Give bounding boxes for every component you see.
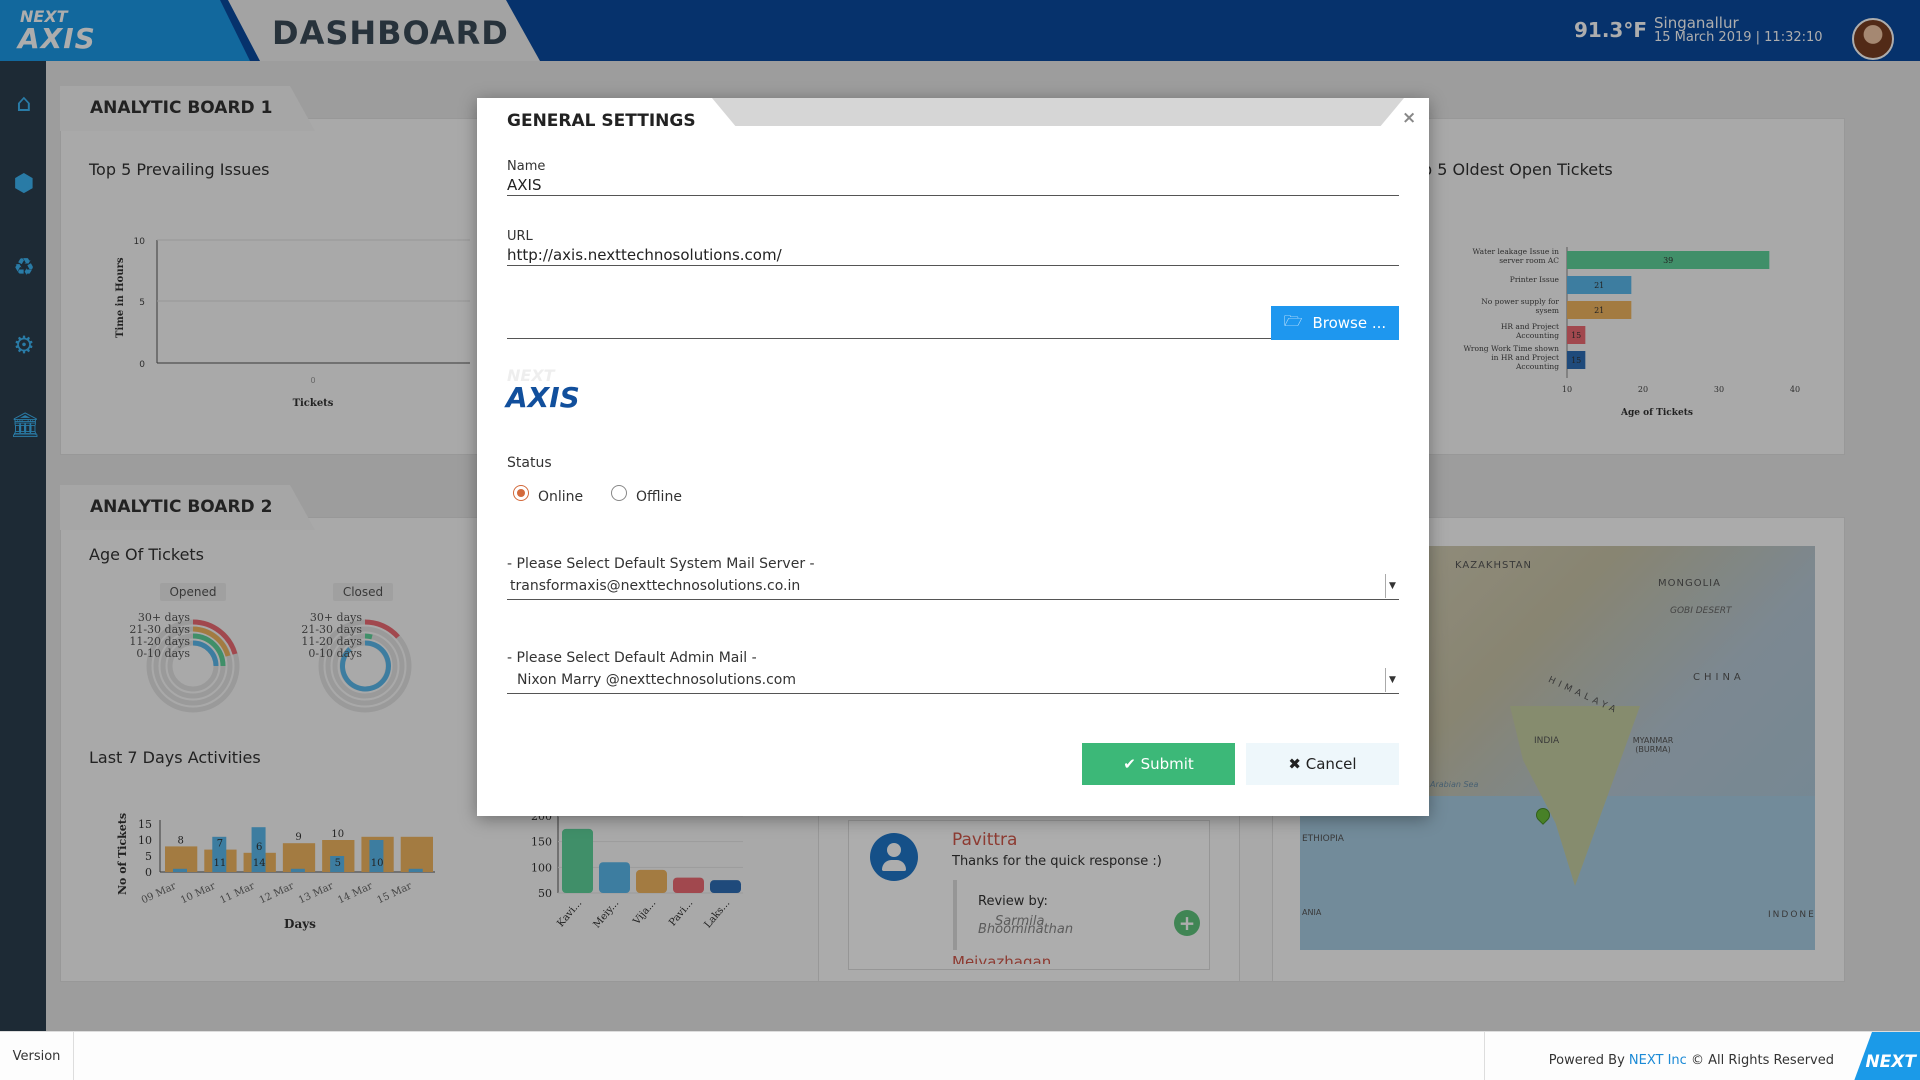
logo-preview-axis: AXIS: [506, 381, 580, 414]
version-label: Version: [0, 1032, 74, 1080]
online-label: Online: [538, 489, 584, 505]
status-label: Status: [507, 455, 552, 471]
general-settings-modal: GENERAL SETTINGS × Name URL 🗁Browse ... …: [477, 98, 1429, 816]
submit-button[interactable]: ✔ Submit: [1082, 743, 1235, 785]
corner-logo: NEXT: [1854, 1032, 1920, 1080]
x-icon: ✖: [1288, 755, 1301, 773]
powered-link[interactable]: NEXT Inc: [1629, 1053, 1687, 1068]
admin-mail-value: Nixon Marry @nexttechnosolutions.com: [517, 672, 796, 688]
chevron-down-icon[interactable]: ▼: [1385, 668, 1399, 692]
mail-server-select[interactable]: transformaxis@nexttechnosolutions.co.in …: [507, 574, 1399, 600]
url-input[interactable]: [507, 244, 1399, 266]
chevron-down-icon[interactable]: ▼: [1385, 574, 1399, 598]
offline-label: Offline: [636, 489, 682, 505]
close-icon[interactable]: ×: [1402, 108, 1416, 128]
url-label: URL: [507, 229, 533, 244]
cancel-button[interactable]: ✖ Cancel: [1246, 743, 1399, 785]
admin-mail-select[interactable]: Nixon Marry @nexttechnosolutions.com ▼: [507, 668, 1399, 694]
mail-server-label: - Please Select Default System Mail Serv…: [507, 556, 815, 572]
modal-title: GENERAL SETTINGS: [507, 111, 696, 131]
powered-suffix: © All Rights Reserved: [1686, 1053, 1834, 1068]
cancel-label: Cancel: [1305, 755, 1357, 773]
powered-by: Powered By NEXT Inc © All Rights Reserve…: [1484, 1032, 1854, 1080]
name-label: Name: [507, 159, 546, 174]
footer: Version Powered By NEXT Inc © All Rights…: [0, 1031, 1920, 1080]
browse-label: Browse ...: [1312, 314, 1387, 332]
browse-button[interactable]: 🗁 Browse ...: [1271, 306, 1399, 340]
powered-prefix: Powered By: [1548, 1053, 1629, 1068]
file-path-field[interactable]: [507, 338, 1271, 339]
mail-server-value: transformaxis@nexttechnosolutions.co.in: [510, 578, 801, 594]
name-input[interactable]: [507, 174, 1399, 196]
check-icon: ✔: [1123, 755, 1136, 773]
folder-icon: 🗁: [1283, 311, 1303, 330]
offline-radio[interactable]: [611, 485, 627, 501]
admin-mail-label: - Please Select Default Admin Mail -: [507, 650, 757, 666]
online-radio[interactable]: [513, 485, 529, 501]
submit-label: Submit: [1140, 755, 1194, 773]
